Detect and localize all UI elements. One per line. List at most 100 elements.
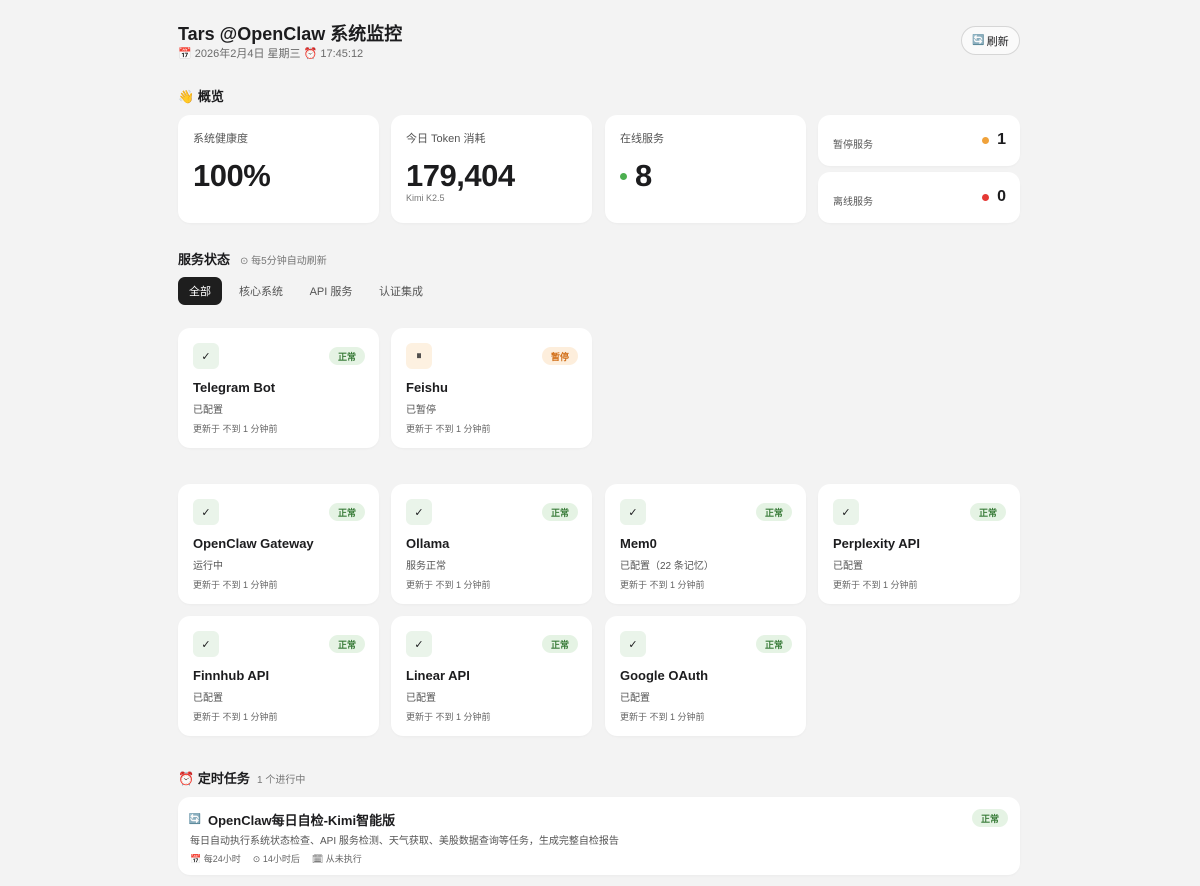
service-name: Mem0	[620, 536, 657, 551]
offline-status-dot	[982, 193, 990, 201]
health-card: 系统健康度 100%	[178, 115, 379, 223]
tasks-section-title: ⏰ 定时任务	[178, 768, 250, 787]
token-model: Kimi K2.5	[406, 193, 445, 203]
service-updated-time: 更新于 不到 1 分钟前	[620, 580, 705, 590]
paused-services-card: 暂停服务 1	[818, 115, 1020, 166]
service-description: 服务正常	[406, 561, 446, 572]
health-value: 100%	[193, 158, 271, 193]
calendar-icon: 📅	[190, 854, 202, 864]
service-status-badge: 正常	[755, 635, 792, 653]
tasks-count: 1 个进行中	[257, 775, 306, 786]
tab-auth-integration[interactable]: 认证集成	[370, 277, 432, 305]
service-description: 已配置（22 条记忆）	[620, 561, 714, 572]
service-status-badge: 正常	[328, 347, 365, 365]
checkmark-icon: ✓	[406, 631, 432, 657]
service-name: Google OAuth	[620, 668, 709, 683]
dashboard-page: Tars @OpenClaw 系统监控 📅 2026年2月4日 星期三 ⏰ 17…	[0, 0, 1200, 886]
offline-value: 0	[997, 188, 1006, 205]
service-description: 已暂停	[406, 405, 436, 416]
refresh-button[interactable]: 🔄 刷新	[961, 26, 1020, 55]
service-name: Linear API	[406, 668, 470, 683]
service-name: Finnhub API	[193, 668, 270, 683]
service-name: Ollama	[406, 536, 450, 551]
service-card[interactable]: ✓ 正常 Google OAuth 已配置更新于 不到 1 分钟前	[605, 616, 806, 736]
token-value: 179,404	[406, 158, 515, 193]
alarm-clock-icon: ⏰	[178, 771, 195, 786]
clock-icon: ⊙	[240, 256, 249, 267]
service-description: 已配置	[833, 561, 863, 572]
service-description: 已配置	[193, 405, 223, 416]
service-description: 已配置	[620, 693, 650, 704]
tab-core-system[interactable]: 核心系统	[230, 277, 292, 305]
service-description: 已配置	[193, 693, 223, 704]
service-updated-time: 更新于 不到 1 分钟前	[406, 580, 491, 590]
tab-api-services[interactable]: API 服务	[301, 277, 361, 305]
service-updated-time: 更新于 不到 1 分钟前	[193, 580, 278, 590]
task-title-row: 🔄 OpenClaw每日自检-Kimi智能版	[188, 810, 395, 829]
checkmark-icon: ✓	[620, 631, 646, 657]
online-label: 在线服务	[620, 133, 664, 145]
paused-status-dot	[982, 136, 990, 144]
overview-title-text: 概览	[197, 89, 224, 104]
service-card[interactable]: ✓ 正常 Perplexity API 已配置更新于 不到 1 分钟前	[818, 484, 1020, 604]
checkmark-icon: ✓	[193, 343, 219, 369]
service-updated-time: 更新于 不到 1 分钟前	[406, 712, 491, 722]
service-status-badge: 暂停	[541, 347, 578, 365]
paused-label: 暂停服务	[833, 140, 873, 151]
refresh-button-label: 刷新	[986, 35, 1009, 48]
token-label: 今日 Token 消耗	[406, 133, 486, 145]
service-card[interactable]: ✓ 正常 Telegram Bot 已配置 更新于 不到 1 分钟前	[178, 328, 379, 448]
overview-section-title: 👋 概览	[178, 86, 224, 105]
token-card: 今日 Token 消耗 179,404 Kimi K2.5	[391, 115, 592, 223]
service-name: Telegram Bot	[193, 380, 276, 395]
task-next-run-text: 14小时后	[262, 854, 300, 864]
clock-icon: ⊙	[252, 854, 261, 864]
service-updated-time: 更新于 不到 1 分钟前	[833, 580, 918, 590]
spiral-calendar-icon: 🗓	[311, 854, 324, 864]
task-interval: 📅 每24小时	[190, 852, 241, 865]
page-subtitle: 📅 2026年2月4日 星期三 ⏰ 17:45:12	[178, 45, 363, 61]
task-card[interactable]: 🔄 OpenClaw每日自检-Kimi智能版 正常 每日自动执行系统状态检查、A…	[178, 797, 1020, 875]
service-card[interactable]: ✓ 正常 Mem0 已配置（22 条记忆） 更新于 不到 1 分钟前	[605, 484, 806, 604]
service-updated-time: 更新于 不到 1 分钟前	[620, 712, 705, 722]
service-card[interactable]: ✓ 正常 Linear API 已配置更新于 不到 1 分钟前	[391, 616, 592, 736]
current-time: 17:45:12	[320, 48, 364, 60]
page-title: Tars @OpenClaw 系统监控	[178, 24, 403, 44]
tab-all[interactable]: 全部	[178, 277, 222, 305]
checkmark-icon: ✓	[620, 499, 646, 525]
checkmark-icon: ✓	[406, 499, 432, 525]
service-updated-time: 更新于 不到 1 分钟前	[193, 712, 278, 722]
service-name: Perplexity API	[833, 536, 920, 551]
service-name: Feishu	[406, 380, 448, 395]
task-last-run: 🗓 从未执行	[312, 852, 362, 865]
service-description: 运行中	[193, 561, 223, 572]
tasks-title-text: 定时任务	[197, 771, 250, 786]
service-card[interactable]: ✓ 正常 Finnhub API 已配置 更新于 不到 1 分钟前	[178, 616, 379, 736]
checkmark-icon: ✓	[833, 499, 859, 525]
service-card[interactable]: ⏸ 暂停 Feishu 已暂停 更新于 不到 1 分钟前	[391, 328, 592, 448]
alarm-clock-icon: ⏰	[303, 48, 318, 60]
task-description: 每日自动执行系统状态检查、API 服务检测、天气获取、美股数据查询等任务，生成完…	[190, 836, 619, 847]
service-description: 已配置	[406, 693, 436, 704]
task-last-run-text: 从未执行	[325, 854, 362, 864]
service-status-badge: 正常	[755, 503, 792, 521]
checkmark-icon: ✓	[193, 499, 219, 525]
current-date: 2026年2月4日 星期三	[194, 48, 301, 60]
calendar-icon: 📅	[178, 48, 192, 60]
online-status-dot	[620, 172, 627, 180]
service-status-badge: 正常	[328, 503, 365, 521]
online-value-row: 8	[620, 158, 652, 194]
paused-value-row: 1	[982, 131, 1006, 149]
health-label: 系统健康度	[193, 133, 248, 145]
service-card[interactable]: ✓ 正常 OpenClaw Gateway 运行中 更新于 不到 1 分钟前	[178, 484, 379, 604]
task-status-badge: 正常	[971, 809, 1008, 827]
service-card[interactable]: ✓ 正常 Ollama 服务正常 更新于 不到 1 分钟前	[391, 484, 592, 604]
service-status-badge: 正常	[969, 503, 1006, 521]
auto-refresh-text: 每5分钟自动刷新	[251, 256, 327, 267]
auto-refresh-note: ⊙ 每5分钟自动刷新	[240, 252, 327, 267]
services-section-title: 服务状态	[178, 252, 231, 267]
pause-icon: ⏸	[406, 343, 432, 369]
service-status-badge: 正常	[541, 635, 578, 653]
offline-value-row: 0	[982, 188, 1006, 206]
task-title: OpenClaw每日自检-Kimi智能版	[208, 813, 396, 828]
